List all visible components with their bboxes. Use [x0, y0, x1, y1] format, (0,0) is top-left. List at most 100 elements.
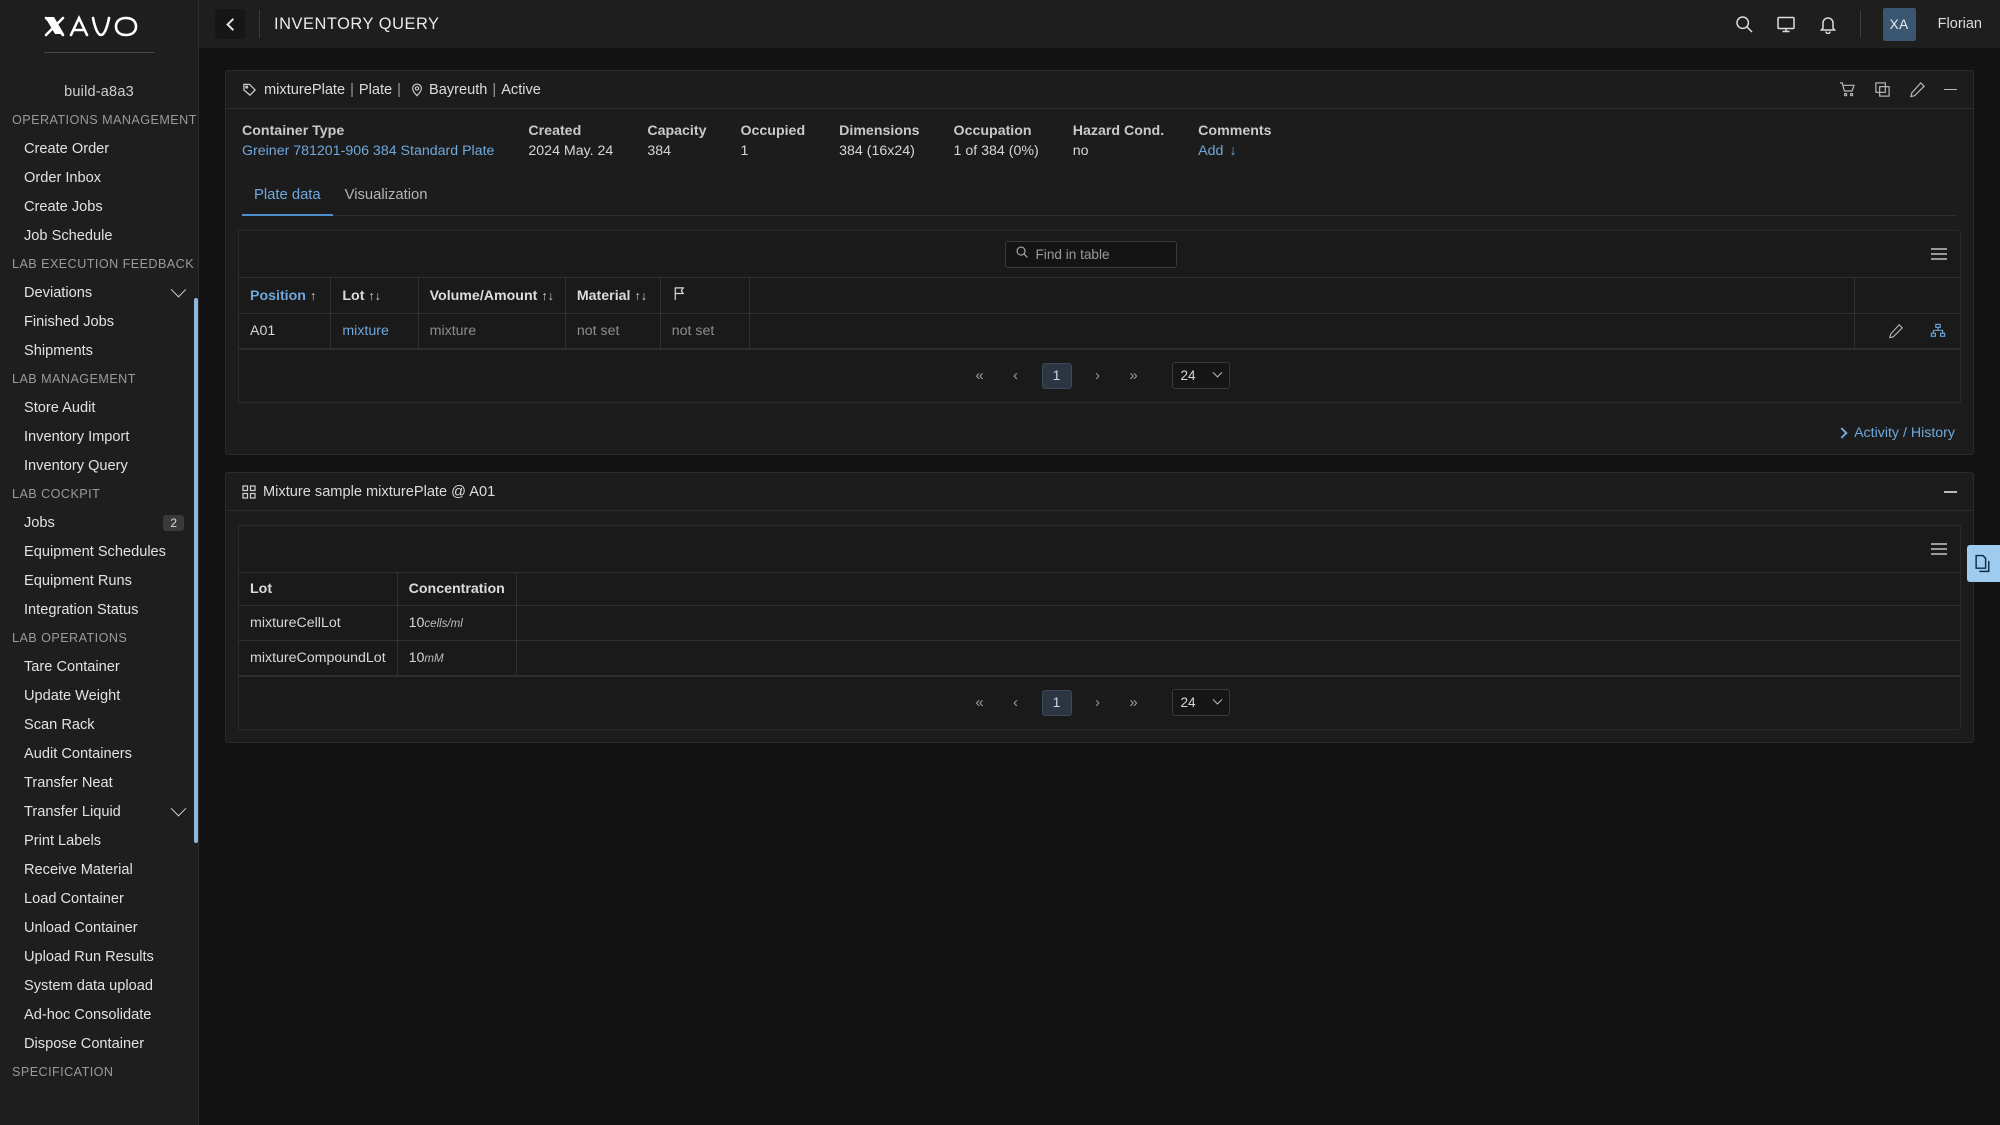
sidebar-item-tare-container[interactable]: Tare Container — [0, 652, 198, 681]
tab-visualization[interactable]: Visualization — [333, 181, 440, 216]
sidebar-item-update-weight[interactable]: Update Weight — [0, 681, 198, 710]
sidebar-item-ad-hoc-consolidate[interactable]: Ad-hoc Consolidate — [0, 1000, 198, 1029]
sidebar-item-upload-run-results[interactable]: Upload Run Results — [0, 942, 198, 971]
tab-plate-data[interactable]: Plate data — [242, 181, 333, 216]
sidebar-scrollbar-thumb[interactable] — [194, 298, 198, 843]
app-root: build-a8a3 OPERATIONS MANAGEMENT Create O… — [0, 0, 2000, 1125]
arrow-down-icon[interactable]: ↓ — [1229, 143, 1236, 159]
copy-icon[interactable] — [1874, 81, 1891, 98]
pencil-icon[interactable] — [1909, 81, 1926, 98]
list-menu-icon[interactable] — [1930, 542, 1948, 556]
search-icon[interactable] — [1734, 14, 1754, 34]
sidebar-item-integration-status[interactable]: Integration Status — [0, 595, 198, 624]
sidebar-item-label: Store Audit — [24, 399, 96, 416]
sidebar-item-label: Scan Rack — [24, 716, 95, 733]
page-first-button[interactable]: « — [970, 694, 990, 711]
col-material[interactable]: Material ↑↓ — [565, 277, 661, 314]
monitor-icon[interactable] — [1776, 14, 1796, 34]
sort-icon-position[interactable]: ↑ — [310, 289, 316, 303]
mixture-card-actions — [1944, 490, 1957, 493]
sidebar-item-unload-container[interactable]: Unload Container — [0, 913, 198, 942]
minimize-icon[interactable] — [1944, 490, 1957, 493]
col-lot[interactable]: Lot ↑↓ — [330, 277, 419, 314]
copy-document-button[interactable] — [1967, 545, 2000, 582]
col-volume[interactable]: Volume/Amount ↑↓ — [418, 277, 566, 314]
sidebar-item-deviations[interactable]: Deviations — [0, 278, 198, 307]
table-row[interactable]: mixtureCellLot 10cells/ml — [239, 605, 1960, 642]
meta-value[interactable]: Greiner 781201-906 384 Standard Plate — [242, 143, 494, 159]
container-meta: Container Type Greiner 781201-906 384 Sta… — [226, 109, 1973, 175]
sort-icon-lot[interactable]: ↑↓ — [368, 289, 381, 303]
page-first-button[interactable]: « — [970, 367, 990, 384]
meta-key: Created — [528, 123, 582, 139]
chevron-down-icon[interactable] — [170, 281, 187, 298]
page-number-1[interactable]: 1 — [1041, 362, 1072, 389]
sidebar-item-audit-containers[interactable]: Audit Containers — [0, 739, 198, 768]
page-number-1[interactable]: 1 — [1041, 689, 1072, 716]
container-card-footer: Activity / History — [226, 415, 1973, 454]
sidebar-item-transfer-liquid[interactable]: Transfer Liquid — [0, 797, 198, 826]
minimize-icon[interactable] — [1944, 88, 1957, 91]
sidebar-item-system-data-upload[interactable]: System data upload — [0, 971, 198, 1000]
chevron-down-icon[interactable] — [170, 800, 187, 817]
sidebar-item-equipment-runs[interactable]: Equipment Runs — [0, 566, 198, 595]
meta-value: 384 (16x24) — [839, 143, 915, 159]
list-menu-icon[interactable] — [1930, 247, 1948, 261]
sidebar-item-create-jobs[interactable]: Create Jobs — [0, 192, 198, 221]
search-input[interactable] — [1035, 246, 1167, 262]
pencil-icon[interactable] — [1888, 323, 1904, 339]
page-prev-button[interactable]: ‹ — [1006, 367, 1026, 384]
page-last-button[interactable]: » — [1124, 694, 1144, 711]
col-flag[interactable] — [660, 277, 750, 314]
meta-value[interactable]: Add ↓ — [1198, 143, 1271, 159]
back-button[interactable] — [215, 9, 245, 39]
brand-logo[interactable] — [0, 0, 198, 48]
table-row[interactable]: mixtureCompoundLot 10mM — [239, 640, 1960, 677]
sidebar-item-jobs[interactable]: Jobs 2 — [0, 508, 198, 537]
sidebar-item-store-audit[interactable]: Store Audit — [0, 393, 198, 422]
col-concentration[interactable]: Concentration — [397, 572, 517, 607]
bell-icon[interactable] — [1818, 14, 1838, 34]
sidebar-section-lab-operations: LAB OPERATIONS — [12, 631, 128, 645]
col-lot[interactable]: Lot — [239, 572, 398, 607]
sidebar-item-job-schedule[interactable]: Job Schedule — [0, 221, 198, 250]
sort-icon-material[interactable]: ↑↓ — [634, 289, 647, 303]
avatar[interactable]: XA — [1882, 7, 1916, 41]
activity-history-link[interactable]: Activity / History — [1836, 425, 1955, 441]
sidebar-item-load-container[interactable]: Load Container — [0, 884, 198, 913]
sidebar-item-dispose-container[interactable]: Dispose Container — [0, 1029, 198, 1058]
find-in-table-search[interactable] — [1004, 240, 1177, 268]
page-next-button[interactable]: › — [1088, 367, 1108, 384]
sidebar-item-receive-material[interactable]: Receive Material — [0, 855, 198, 884]
add-comment-link[interactable]: Add — [1198, 143, 1223, 159]
meta-key: Container Type — [242, 123, 345, 139]
table-row[interactable]: A01 mixture mixture not set not set — [239, 313, 1960, 350]
sidebar-item-print-labels[interactable]: Print Labels — [0, 826, 198, 855]
page-prev-button[interactable]: ‹ — [1006, 694, 1026, 711]
cart-icon[interactable] — [1839, 81, 1856, 98]
user-name[interactable]: Florian — [1938, 16, 1982, 32]
sidebar-item-order-inbox[interactable]: Order Inbox — [0, 163, 198, 192]
sidebar-item-equipment-schedules[interactable]: Equipment Schedules — [0, 537, 198, 566]
sort-icon-volume[interactable]: ↑↓ — [541, 289, 554, 303]
copy-document-icon — [1975, 554, 1990, 572]
sidebar-item-create-order[interactable]: Create Order — [0, 134, 198, 163]
location-pin-icon — [410, 82, 424, 97]
page-size-select[interactable]: 24 — [1171, 689, 1230, 717]
col-position[interactable]: Position ↑ — [239, 277, 332, 314]
sidebar-item-inventory-import[interactable]: Inventory Import — [0, 422, 198, 451]
hierarchy-icon[interactable] — [1930, 323, 1946, 339]
page-size-select[interactable]: 24 — [1171, 362, 1230, 390]
sidebar-item-inventory-query[interactable]: Inventory Query — [0, 451, 198, 480]
sidebar-item-scan-rack[interactable]: Scan Rack — [0, 710, 198, 739]
sidebar-item-finished-jobs[interactable]: Finished Jobs — [0, 307, 198, 336]
sidebar-item-shipments[interactable]: Shipments — [0, 336, 198, 365]
page-size-value: 24 — [1180, 368, 1196, 384]
sidebar-section-lab-management: LAB MANAGEMENT — [12, 372, 136, 386]
sidebar-item-transfer-neat[interactable]: Transfer Neat — [0, 768, 198, 797]
cell-lot[interactable]: mixture — [330, 313, 419, 350]
page-last-button[interactable]: » — [1124, 367, 1144, 384]
page-next-button[interactable]: › — [1088, 694, 1108, 711]
sidebar-scrollbar-track[interactable] — [194, 48, 198, 1125]
meta-key: Occupation — [953, 123, 1032, 139]
